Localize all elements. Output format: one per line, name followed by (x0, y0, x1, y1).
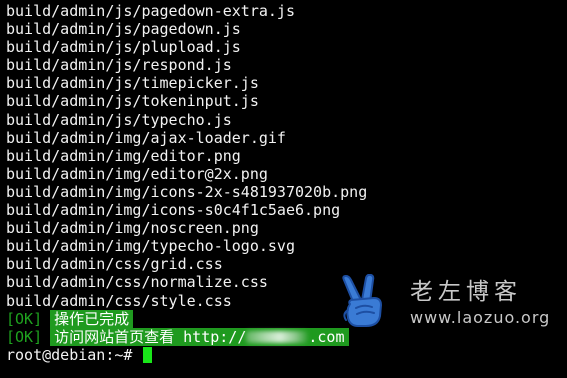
text-cursor (143, 346, 153, 363)
output-line: build/admin/img/editor@2x.png (6, 164, 268, 183)
status-line-visit: [OK] 访问网站首页查看 http://.com (6, 327, 367, 346)
output-line: build/admin/img/editor.png (6, 146, 241, 165)
output-line: build/admin/js/timepicker.js (6, 74, 259, 93)
output-line: build/admin/css/grid.css (6, 255, 223, 274)
output-line: build/admin/js/pagedown.js (6, 20, 241, 39)
output-line: build/admin/js/tokeninput.js (6, 92, 259, 111)
output-line: build/admin/img/noscreen.png (6, 219, 259, 238)
shell-prompt: root@debian:~# (6, 345, 133, 364)
output-line: build/admin/css/style.css (6, 291, 232, 310)
output-line: build/admin/img/typecho-logo.svg (6, 237, 295, 256)
output-line: build/admin/img/icons-2x-s481937020b.png (6, 182, 368, 201)
command-prompt-line[interactable]: root@debian:~# (6, 346, 367, 364)
status-message-url: 访问网站首页查看 http://.com (50, 327, 349, 346)
redacted-domain (246, 330, 309, 343)
output-line: build/admin/js/pagedown-extra.js (6, 2, 295, 20)
output-line: build/admin/img/icons-s0c4f1c5ae6.png (6, 201, 341, 220)
status-line-complete: [OK] 操作已完成 (6, 309, 367, 328)
output-line: build/admin/css/normalize.css (6, 273, 268, 292)
ok-tag: [OK] (6, 309, 43, 328)
url-prefix: 访问网站首页查看 http:// (54, 327, 247, 346)
output-line: build/admin/js/typecho.js (6, 110, 232, 129)
output-line: build/admin/js/respond.js (6, 56, 232, 75)
output-line: build/admin/js/plupload.js (6, 38, 241, 57)
victory-hand-icon (342, 274, 382, 327)
ok-tag: [OK] (6, 327, 43, 346)
terminal-window[interactable]: build/admin/js/pagedown-extra.js build/a… (0, 0, 567, 378)
watermark-title: 老左博客 (410, 279, 522, 305)
watermark: 老左博客 www.laozuo.org (330, 268, 550, 334)
output-line: build/admin/img/ajax-loader.gif (6, 128, 286, 147)
status-message: 操作已完成 (50, 309, 134, 328)
terminal-output: build/admin/js/pagedown-extra.js build/a… (6, 2, 367, 364)
watermark-url: www.laozuo.org (410, 308, 551, 327)
